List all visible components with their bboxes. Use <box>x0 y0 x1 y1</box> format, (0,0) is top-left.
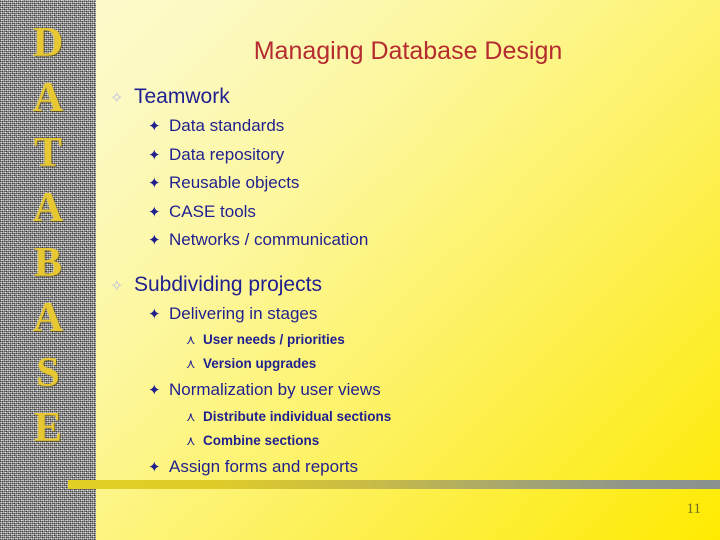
outline-item-label: Distribute individual sections <box>203 408 392 424</box>
slide-outline-body: ✧ Teamwork ✦ Data standards ✦ Data repository… <box>110 82 710 481</box>
outline-item-level2: ✦ Normalization by user views <box>148 376 710 405</box>
presentation-slide: DATABASE Managing Database Design ✧ Teamw… <box>0 0 720 540</box>
outline-item-level2: ✦ Reusable objects <box>148 169 710 198</box>
filled-star-bullet-icon: ✦ <box>148 232 161 249</box>
outline-item-level2: ✦ CASE tools <box>148 198 710 227</box>
filled-star-bullet-icon: ✦ <box>148 146 161 164</box>
sidebar-letter: A <box>32 295 64 341</box>
filled-star-bullet-icon: ✦ <box>148 175 161 192</box>
outline-item-level3: ⋏ Combine sections <box>186 429 710 453</box>
outline-item-level1: ✧ Subdividing projects <box>110 270 710 300</box>
outline-item-level2: ✦ Delivering in stages <box>148 300 710 329</box>
sidebar-vertical-word: DATABASE <box>0 16 96 456</box>
up-arrow-bullet-icon: ⋏ <box>186 332 196 347</box>
sidebar-letter: S <box>36 350 60 396</box>
outline-item-label: Normalization by user views <box>169 380 381 399</box>
outline-item-level3: ⋏ Version upgrades <box>186 352 710 376</box>
sidebar-letter: T <box>33 130 62 176</box>
page-number: 11 <box>686 501 701 517</box>
sidebar-letter: A <box>32 75 64 121</box>
outline-item-label: Reusable objects <box>169 173 300 192</box>
outline-item-label: User needs / priorities <box>203 332 345 347</box>
outline-item-label: Networks / communication <box>169 230 369 249</box>
sidebar-letter: E <box>33 405 62 451</box>
sidebar-letter: D <box>32 20 64 66</box>
outline-item-label: Delivering in stages <box>169 303 318 323</box>
sidebar-letter: A <box>32 185 64 231</box>
outline-item-level2: ✦ Data repository <box>148 141 710 170</box>
outline-item-level2: ✦ Assign forms and reports <box>148 453 710 482</box>
footer-divider-bar <box>68 480 720 489</box>
outline-item-label: Teamwork <box>134 85 230 108</box>
up-arrow-bullet-icon: ⋏ <box>186 432 196 448</box>
outline-item-label: Data repository <box>169 144 285 164</box>
outline-item-label: Combine sections <box>203 432 320 448</box>
filled-star-bullet-icon: ✦ <box>148 203 161 221</box>
filled-star-bullet-icon: ✦ <box>148 118 161 135</box>
hollow-star-bullet-icon: ✧ <box>110 277 124 295</box>
outline-item-label: Assign forms and reports <box>169 456 358 476</box>
up-arrow-bullet-icon: ⋏ <box>186 408 196 424</box>
outline-item-level2: ✦ Data standards <box>148 112 710 141</box>
filled-star-bullet-icon: ✦ <box>148 305 161 323</box>
outline-item-label: CASE tools <box>169 201 256 221</box>
outline-item-level3: ⋏ User needs / priorities <box>186 328 710 352</box>
outline-item-level2: ✦ Networks / communication <box>148 226 710 255</box>
outline-item-label: Data standards <box>169 116 285 135</box>
outline-item-label: Version upgrades <box>203 356 317 371</box>
filled-star-bullet-icon: ✦ <box>148 458 161 476</box>
outline-item-level3: ⋏ Distribute individual sections <box>186 405 710 429</box>
sidebar-letter: B <box>33 240 62 286</box>
outline-item-level1: ✧ Teamwork <box>110 82 710 112</box>
slide-title: Managing Database Design <box>253 37 563 65</box>
sidebar-granite-panel: DATABASE <box>0 0 96 540</box>
filled-star-bullet-icon: ✦ <box>148 382 161 399</box>
outline-item-label: Subdividing projects <box>134 272 322 296</box>
up-arrow-bullet-icon: ⋏ <box>186 356 196 371</box>
hollow-star-bullet-icon: ✧ <box>110 90 124 107</box>
